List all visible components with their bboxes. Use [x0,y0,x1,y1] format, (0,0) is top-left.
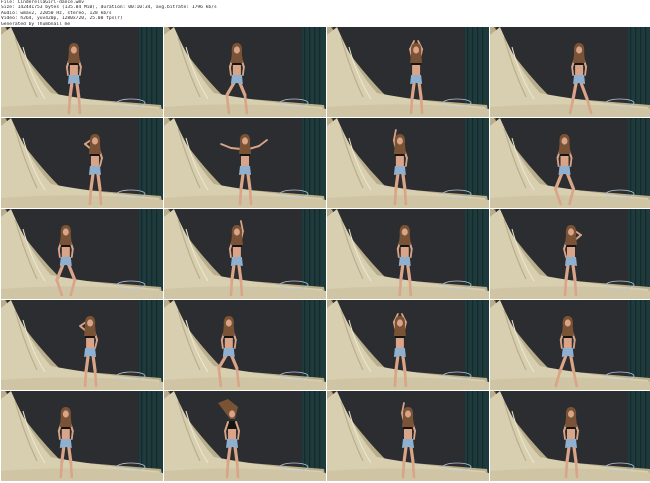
video-thumbnail [327,391,489,481]
video-thumbnail [327,300,489,390]
video-thumbnail [490,27,650,117]
frame-image [327,209,489,299]
frame-image [164,27,326,117]
video-thumbnail [1,300,163,390]
frame-image [164,118,326,208]
file-info-header: File: CinderellaGirl-dance.wmv Size: 142… [1,0,641,27]
video-thumbnail [164,391,326,481]
frame-image [327,27,489,117]
video-thumbnail [490,300,650,390]
frame-image [327,300,489,390]
thumbnail-sheet: File: CinderellaGirl-dance.wmv Size: 142… [0,0,650,483]
frame-image [327,118,489,208]
video-thumbnail [327,27,489,117]
frame-image [1,118,163,208]
video-thumbnail [1,391,163,481]
frame-image [490,27,650,117]
video-thumbnail [490,391,650,481]
video-thumbnail [490,209,650,299]
video-thumbnail [327,118,489,208]
video-thumbnail [164,209,326,299]
video-thumbnail [164,300,326,390]
frame-image [1,209,163,299]
video-thumbnail [1,27,163,117]
video-thumbnail [164,27,326,117]
frame-image [164,300,326,390]
video-thumbnail [1,209,163,299]
video-thumbnail [327,209,489,299]
video-thumbnail [164,118,326,208]
frame-image [164,391,326,481]
frame-image [490,391,650,481]
video-thumbnail [490,118,650,208]
frame-image [1,300,163,390]
thumbnail-grid [0,27,650,483]
video-thumbnail [1,118,163,208]
frame-image [1,391,163,481]
frame-image [164,209,326,299]
frame-image [327,391,489,481]
frame-image [490,209,650,299]
frame-image [490,300,650,390]
frame-image [490,118,650,208]
frame-image [1,27,163,117]
